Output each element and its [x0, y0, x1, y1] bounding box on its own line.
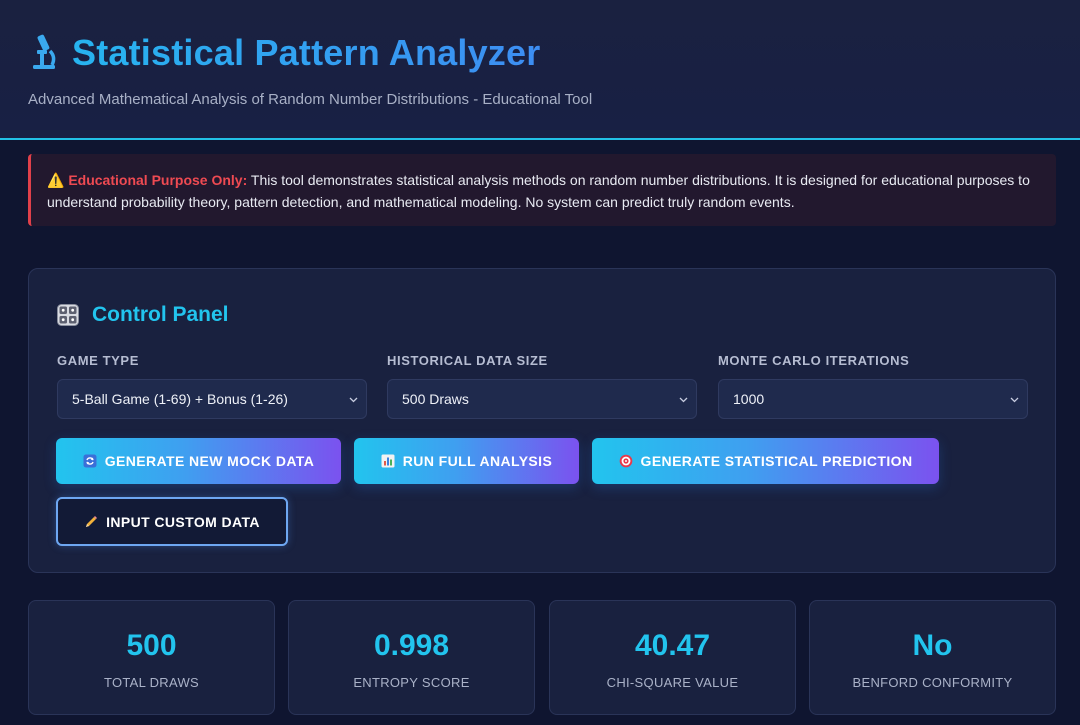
game-type-label: GAME TYPE [57, 353, 139, 368]
generate-prediction-label: GENERATE STATISTICAL PREDICTION [640, 453, 913, 469]
stat-label: TOTAL DRAWS [103, 675, 200, 690]
stat-value: No [912, 629, 953, 662]
data-size-value: 500 Draws [402, 391, 469, 407]
control-panel-header: Control Panel [57, 303, 229, 327]
generate-mock-data-label: GENERATE NEW MOCK DATA [104, 453, 315, 469]
educational-warning: ⚠️ Educational Purpose Only: This tool d… [28, 154, 1056, 226]
stat-label: ENTROPY SCORE [353, 675, 470, 690]
stat-label: CHI-SQUARE VALUE [606, 675, 739, 690]
run-full-analysis-button[interactable]: RUN FULL ANALYSIS [354, 438, 579, 484]
microscope-icon [33, 34, 56, 69]
generate-prediction-button[interactable]: GENERATE STATISTICAL PREDICTION [592, 438, 939, 484]
data-size-select[interactable]: 500 Draws [387, 379, 697, 419]
iterations-value: 1000 [733, 391, 765, 407]
dice-icon [57, 304, 79, 326]
game-type-select[interactable]: 5-Ball Game (1-69) + Bonus (1-26) [57, 379, 367, 419]
run-full-analysis-label: RUN FULL ANALYSIS [402, 453, 553, 469]
data-size-field: HISTORICAL DATA SIZE 500 Draws [387, 353, 697, 419]
control-panel: Control Panel GAME TYPE 5-Ball Game (1-6… [28, 268, 1056, 573]
generate-mock-data-button[interactable]: GENERATE NEW MOCK DATA [56, 438, 341, 484]
stat-label: BENFORD CONFORMITY [852, 675, 1013, 690]
stat-value: 0.998 [373, 629, 450, 662]
stat-card-benford-conformity: No BENFORD CONFORMITY [809, 600, 1056, 715]
bar-chart-icon [381, 454, 395, 468]
iterations-label: MONTE CARLO ITERATIONS [718, 353, 910, 368]
chevron-down-icon [679, 397, 688, 403]
page-title: Statistical Pattern Analyzer [72, 32, 541, 73]
input-custom-data-button[interactable]: INPUT CUSTOM DATA [56, 497, 288, 546]
iterations-field: MONTE CARLO ITERATIONS 1000 [718, 353, 1028, 419]
stat-value: 500 [126, 629, 177, 662]
page-subtitle: Advanced Mathematical Analysis of Random… [28, 91, 593, 108]
warning-icon: ⚠️ [47, 172, 65, 188]
target-icon [619, 454, 632, 468]
title-row: Statistical Pattern Analyzer [28, 32, 540, 74]
chevron-down-icon [349, 397, 358, 403]
page-header: Statistical Pattern Analyzer Advanced Ma… [0, 0, 1080, 140]
stat-card-entropy-score: 0.998 ENTROPY SCORE [288, 600, 535, 715]
data-size-label: HISTORICAL DATA SIZE [387, 353, 548, 368]
game-type-field: GAME TYPE 5-Ball Game (1-69) + Bonus (1-… [57, 353, 367, 419]
input-custom-data-label: INPUT CUSTOM DATA [106, 513, 260, 530]
stat-value: 40.47 [634, 629, 711, 662]
warning-label: Educational Purpose Only: [68, 172, 248, 188]
control-panel-title: Control Panel [92, 303, 229, 326]
game-type-value: 5-Ball Game (1-69) + Bonus (1-26) [72, 391, 288, 407]
chevron-down-icon [1010, 397, 1019, 403]
refresh-icon [83, 454, 97, 468]
pencil-icon [86, 515, 98, 527]
stat-card-total-draws: 500 TOTAL DRAWS [28, 600, 275, 715]
iterations-select[interactable]: 1000 [718, 379, 1028, 419]
stat-card-chi-square: 40.47 CHI-SQUARE VALUE [549, 600, 796, 715]
